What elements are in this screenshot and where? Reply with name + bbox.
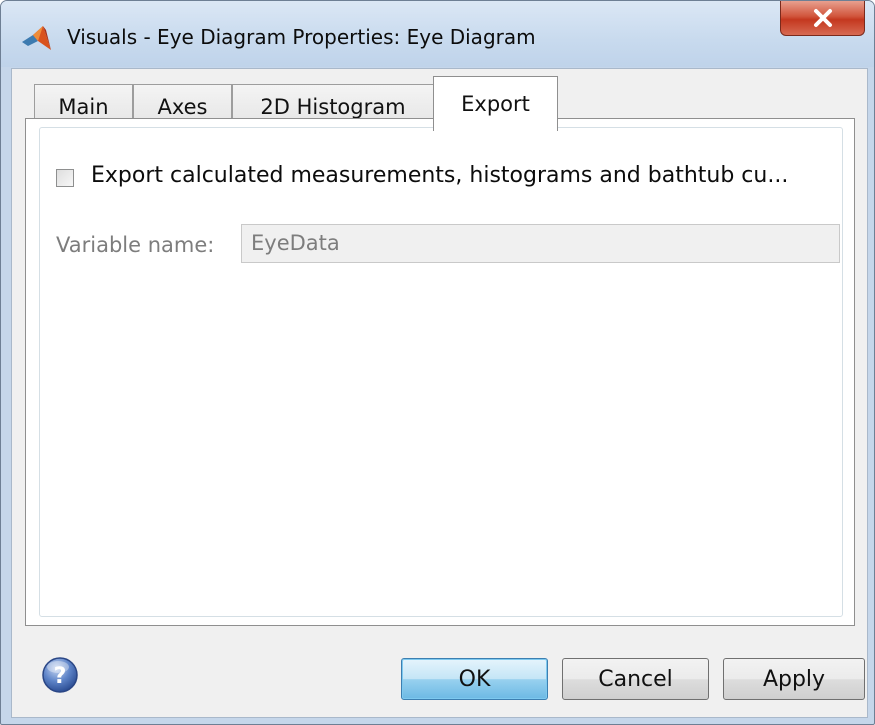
help-icon[interactable]: ? bbox=[41, 656, 79, 694]
ok-button[interactable]: OK bbox=[401, 658, 548, 700]
close-icon bbox=[813, 9, 832, 27]
apply-button[interactable]: Apply bbox=[723, 658, 865, 700]
tab-export[interactable]: Export bbox=[433, 76, 558, 131]
cancel-button[interactable]: Cancel bbox=[562, 658, 709, 700]
matlab-logo-icon bbox=[22, 26, 51, 50]
title-bar[interactable]: Visuals - Eye Diagram Properties: Eye Di… bbox=[1, 1, 874, 67]
dialog-window: Visuals - Eye Diagram Properties: Eye Di… bbox=[0, 0, 875, 725]
export-group-box bbox=[39, 127, 843, 617]
dialog-body: Main Axes 2D Histogram Export Export cal… bbox=[11, 68, 868, 718]
window-title: Visuals - Eye Diagram Properties: Eye Di… bbox=[67, 25, 536, 49]
help-glyph: ? bbox=[54, 664, 67, 689]
export-tab-panel bbox=[25, 118, 855, 626]
variable-name-label: Variable name: bbox=[56, 233, 215, 257]
close-button[interactable] bbox=[780, 1, 865, 36]
export-measurements-label[interactable]: Export calculated measurements, histogra… bbox=[91, 163, 788, 188]
export-measurements-checkbox[interactable] bbox=[56, 169, 74, 187]
variable-name-field[interactable]: EyeData bbox=[241, 224, 840, 263]
